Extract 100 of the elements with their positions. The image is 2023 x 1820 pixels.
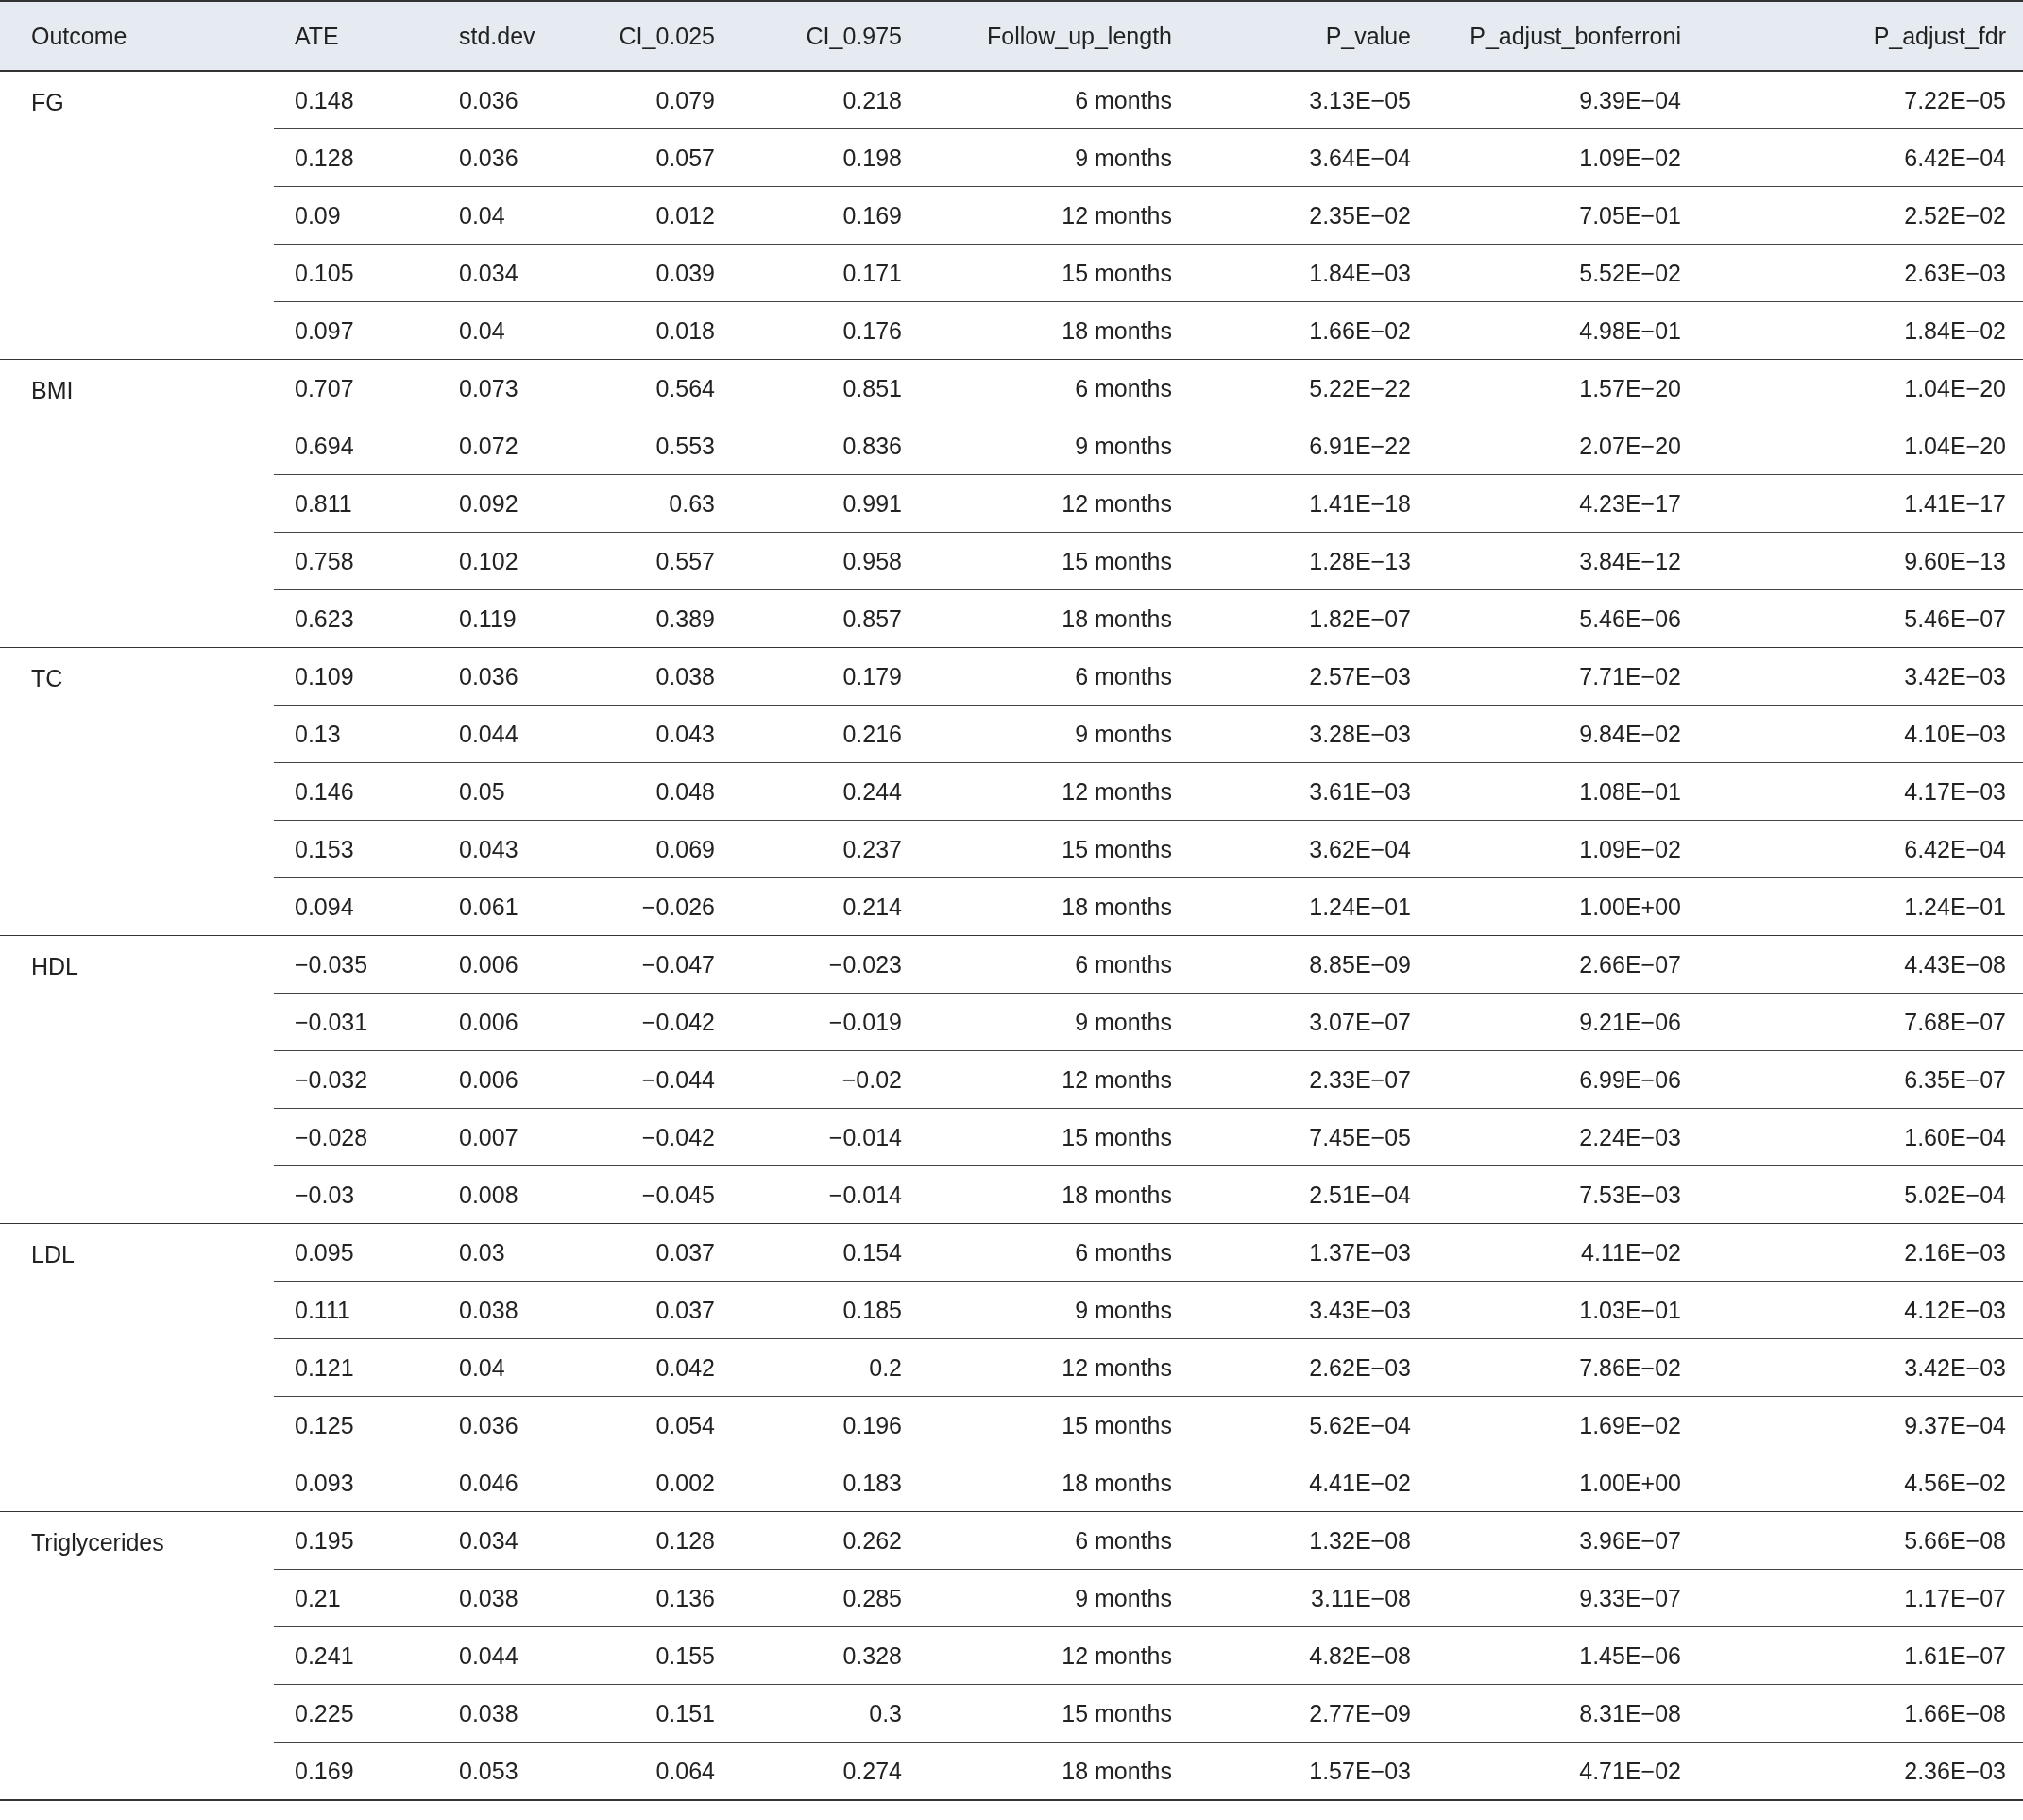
table-cell: −0.023 bbox=[736, 935, 923, 994]
table-cell: 5.02E−04 bbox=[1768, 1165, 2023, 1224]
table-cell: 7.68E−07 bbox=[1768, 993, 2023, 1051]
table-cell: 15 months bbox=[923, 1396, 1187, 1454]
table-cell: 6.91E−22 bbox=[1187, 417, 1426, 475]
table-cell: 5.46E−07 bbox=[1768, 589, 2023, 648]
table-cell: 0.694 bbox=[274, 417, 438, 475]
table-cell: 15 months bbox=[923, 1684, 1187, 1743]
table-cell: 0.155 bbox=[568, 1626, 736, 1685]
table-cell: 3.84E−12 bbox=[1426, 532, 1768, 590]
table-cell: 0.111 bbox=[274, 1281, 438, 1339]
table-cell: 0.707 bbox=[274, 359, 438, 417]
table-cell: 18 months bbox=[923, 301, 1187, 360]
table-cell: 0.038 bbox=[438, 1684, 568, 1743]
table-cell: 6 months bbox=[923, 647, 1187, 706]
table-cell: 0.179 bbox=[736, 647, 923, 706]
column-header: P_adjust_bonferroni bbox=[1426, 1, 1768, 71]
table-cell: 0.3 bbox=[736, 1684, 923, 1743]
table-cell: 5.46E−06 bbox=[1426, 589, 1768, 648]
table-cell: 9.37E−04 bbox=[1768, 1396, 2023, 1454]
table-cell: 0.109 bbox=[274, 647, 438, 706]
table-cell: 9.39E−04 bbox=[1426, 71, 1768, 129]
table-cell: 0.061 bbox=[438, 877, 568, 936]
table-cell: −0.042 bbox=[568, 1108, 736, 1166]
table-cell: 0.037 bbox=[568, 1281, 736, 1339]
table-cell: 0.054 bbox=[568, 1396, 736, 1454]
table-cell: 6 months bbox=[923, 1511, 1187, 1570]
table-cell: 0.185 bbox=[736, 1281, 923, 1339]
table-cell: 2.77E−09 bbox=[1187, 1684, 1426, 1743]
table-cell: 6.42E−04 bbox=[1768, 820, 2023, 878]
table-cell: 5.22E−22 bbox=[1187, 359, 1426, 417]
table-cell: 9 months bbox=[923, 128, 1187, 187]
table-cell: 0.034 bbox=[438, 244, 568, 302]
table-cell: 1.00E+00 bbox=[1426, 877, 1768, 936]
table-cell: 9 months bbox=[923, 417, 1187, 475]
column-header: CI_0.025 bbox=[568, 1, 736, 71]
table-cell: 0.153 bbox=[274, 820, 438, 878]
table-cell: 0.034 bbox=[438, 1511, 568, 1570]
table-cell: 0.237 bbox=[736, 820, 923, 878]
table-cell: 0.012 bbox=[568, 186, 736, 245]
table-cell: 0.036 bbox=[438, 128, 568, 187]
table-cell: 3.11E−08 bbox=[1187, 1569, 1426, 1627]
table-cell: 12 months bbox=[923, 1338, 1187, 1397]
table-cell: 0.176 bbox=[736, 301, 923, 360]
table-cell: 18 months bbox=[923, 1165, 1187, 1224]
table-cell: 0.018 bbox=[568, 301, 736, 360]
table-cell: −0.028 bbox=[274, 1108, 438, 1166]
table-cell: 0.044 bbox=[438, 1626, 568, 1685]
table-cell: 2.63E−03 bbox=[1768, 244, 2023, 302]
table-cell: −0.044 bbox=[568, 1050, 736, 1109]
table-cell: 0.218 bbox=[736, 71, 923, 129]
table-cell: 3.64E−04 bbox=[1187, 128, 1426, 187]
table-cell: −0.03 bbox=[274, 1165, 438, 1224]
table-cell: 12 months bbox=[923, 474, 1187, 533]
table-cell: 18 months bbox=[923, 589, 1187, 648]
table-cell: 0.095 bbox=[274, 1223, 438, 1282]
table-cell: 0.225 bbox=[274, 1684, 438, 1743]
table-cell: 4.11E−02 bbox=[1426, 1223, 1768, 1282]
table-cell: 9.60E−13 bbox=[1768, 532, 2023, 590]
table-cell: 0.006 bbox=[438, 993, 568, 1051]
table-cell: 0.183 bbox=[736, 1454, 923, 1512]
table-cell: −0.035 bbox=[274, 935, 438, 994]
table-cell: 9.33E−07 bbox=[1426, 1569, 1768, 1627]
table-cell: 0.008 bbox=[438, 1165, 568, 1224]
table-cell: −0.042 bbox=[568, 993, 736, 1051]
table-cell: 3.42E−03 bbox=[1768, 647, 2023, 706]
table-cell: 4.56E−02 bbox=[1768, 1454, 2023, 1512]
table-cell: 0.198 bbox=[736, 128, 923, 187]
table-cell: 0.04 bbox=[438, 186, 568, 245]
table-cell: 6 months bbox=[923, 71, 1187, 129]
table-cell: 1.04E−20 bbox=[1768, 359, 2023, 417]
table-cell: 0.128 bbox=[568, 1511, 736, 1570]
table-cell: 1.82E−07 bbox=[1187, 589, 1426, 648]
table-cell: 0.169 bbox=[274, 1742, 438, 1800]
table-cell: 2.62E−03 bbox=[1187, 1338, 1426, 1397]
table-cell: 6.35E−07 bbox=[1768, 1050, 2023, 1109]
column-header: P_value bbox=[1187, 1, 1426, 71]
table-cell: 1.45E−06 bbox=[1426, 1626, 1768, 1685]
table-cell: −0.047 bbox=[568, 935, 736, 994]
table-cell: 0.557 bbox=[568, 532, 736, 590]
table-cell: 0.121 bbox=[274, 1338, 438, 1397]
table-cell: 2.35E−02 bbox=[1187, 186, 1426, 245]
table-cell: 15 months bbox=[923, 820, 1187, 878]
outcome-cell: HDL bbox=[0, 935, 274, 1224]
table-cell: 0.564 bbox=[568, 359, 736, 417]
table-cell: 2.57E−03 bbox=[1187, 647, 1426, 706]
table-cell: 0.043 bbox=[568, 705, 736, 763]
table-cell: 0.328 bbox=[736, 1626, 923, 1685]
table-cell: 2.36E−03 bbox=[1768, 1742, 2023, 1800]
table-cell: 4.12E−03 bbox=[1768, 1281, 2023, 1339]
table-cell: 6 months bbox=[923, 1223, 1187, 1282]
table-cell: 12 months bbox=[923, 762, 1187, 821]
table-cell: 0.389 bbox=[568, 589, 736, 648]
outcome-cell: LDL bbox=[0, 1223, 274, 1512]
table-cell: 1.66E−02 bbox=[1187, 301, 1426, 360]
table-cell: −0.014 bbox=[736, 1108, 923, 1166]
column-header: Follow_up_length bbox=[923, 1, 1187, 71]
table-cell: 0.006 bbox=[438, 1050, 568, 1109]
table-cell: 0.046 bbox=[438, 1454, 568, 1512]
table-cell: 6 months bbox=[923, 935, 1187, 994]
